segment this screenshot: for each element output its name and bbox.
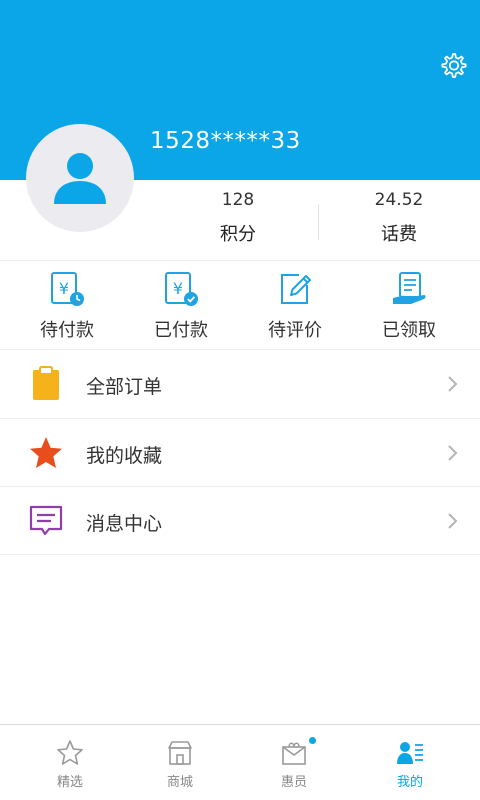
order-status-row: ¥ 待付款 ¥ 已付款 待评价 已领取 (0, 261, 480, 349)
menu-favorites-label: 我的收藏 (86, 445, 163, 467)
tab-members-label: 惠员 (280, 775, 307, 790)
svg-text:¥: ¥ (59, 279, 69, 298)
tab-mine[interactable]: 我的 (352, 725, 468, 800)
phone-credit-stat[interactable]: 24.52 话费 (319, 182, 479, 260)
yuan-clock-icon: ¥ (51, 272, 84, 306)
order-received-label: 已领取 (382, 320, 436, 341)
gear-icon (441, 53, 467, 78)
yuan-check-icon: ¥ (165, 272, 198, 306)
user-list-icon (397, 742, 423, 764)
points-label: 积分 (220, 224, 256, 245)
svg-text:¥: ¥ (173, 279, 183, 298)
bottom-tab-bar: 精选 商城 惠员 我的 (0, 724, 480, 800)
tab-mall-label: 商城 (166, 775, 193, 790)
avatar[interactable] (26, 124, 134, 232)
menu-message-center-label: 消息中心 (86, 513, 163, 535)
chevron-right-icon (448, 376, 458, 392)
account-stats: 128 积分 24.52 话费 (158, 182, 480, 260)
tab-mall[interactable]: 商城 (122, 725, 238, 800)
settings-button[interactable] (438, 51, 468, 81)
user-phone: 1528*****33 (150, 128, 301, 154)
order-received[interactable]: 已领取 (349, 261, 469, 349)
store-icon (168, 741, 192, 765)
points-value: 128 (221, 190, 255, 210)
message-icon (29, 505, 63, 536)
menu-all-orders-label: 全部订单 (86, 376, 163, 398)
tab-mine-label: 我的 (396, 775, 423, 790)
tab-featured[interactable]: 精选 (12, 725, 128, 800)
user-avatar-icon (54, 153, 106, 204)
star-outline-icon (57, 740, 83, 765)
order-pending-review[interactable]: 待评价 (235, 261, 355, 349)
phone-credit-label: 话费 (381, 224, 417, 245)
receipt-hand-icon (393, 272, 426, 304)
order-pending-payment-label: 待付款 (40, 320, 94, 341)
order-paid[interactable]: ¥ 已付款 (121, 261, 241, 349)
order-pending-payment[interactable]: ¥ 待付款 (7, 261, 127, 349)
chevron-right-icon (448, 445, 458, 461)
phone-credit-value: 24.52 (374, 190, 424, 210)
tab-featured-label: 精选 (56, 775, 83, 790)
tab-members[interactable]: 惠员 (236, 725, 352, 800)
order-pending-review-label: 待评价 (268, 320, 322, 341)
divider (0, 554, 480, 555)
gift-box-icon (282, 742, 306, 765)
chevron-right-icon (448, 513, 458, 529)
clipboard-icon (33, 366, 59, 400)
menu-all-orders[interactable]: 全部订单 (0, 350, 480, 418)
menu-message-center[interactable]: 消息中心 (0, 487, 480, 555)
points-stat[interactable]: 128 积分 (158, 182, 318, 260)
star-icon (30, 437, 62, 468)
notification-badge-dot (309, 737, 316, 744)
edit-icon (281, 274, 311, 304)
order-paid-label: 已付款 (154, 320, 208, 341)
menu-favorites[interactable]: 我的收藏 (0, 419, 480, 487)
